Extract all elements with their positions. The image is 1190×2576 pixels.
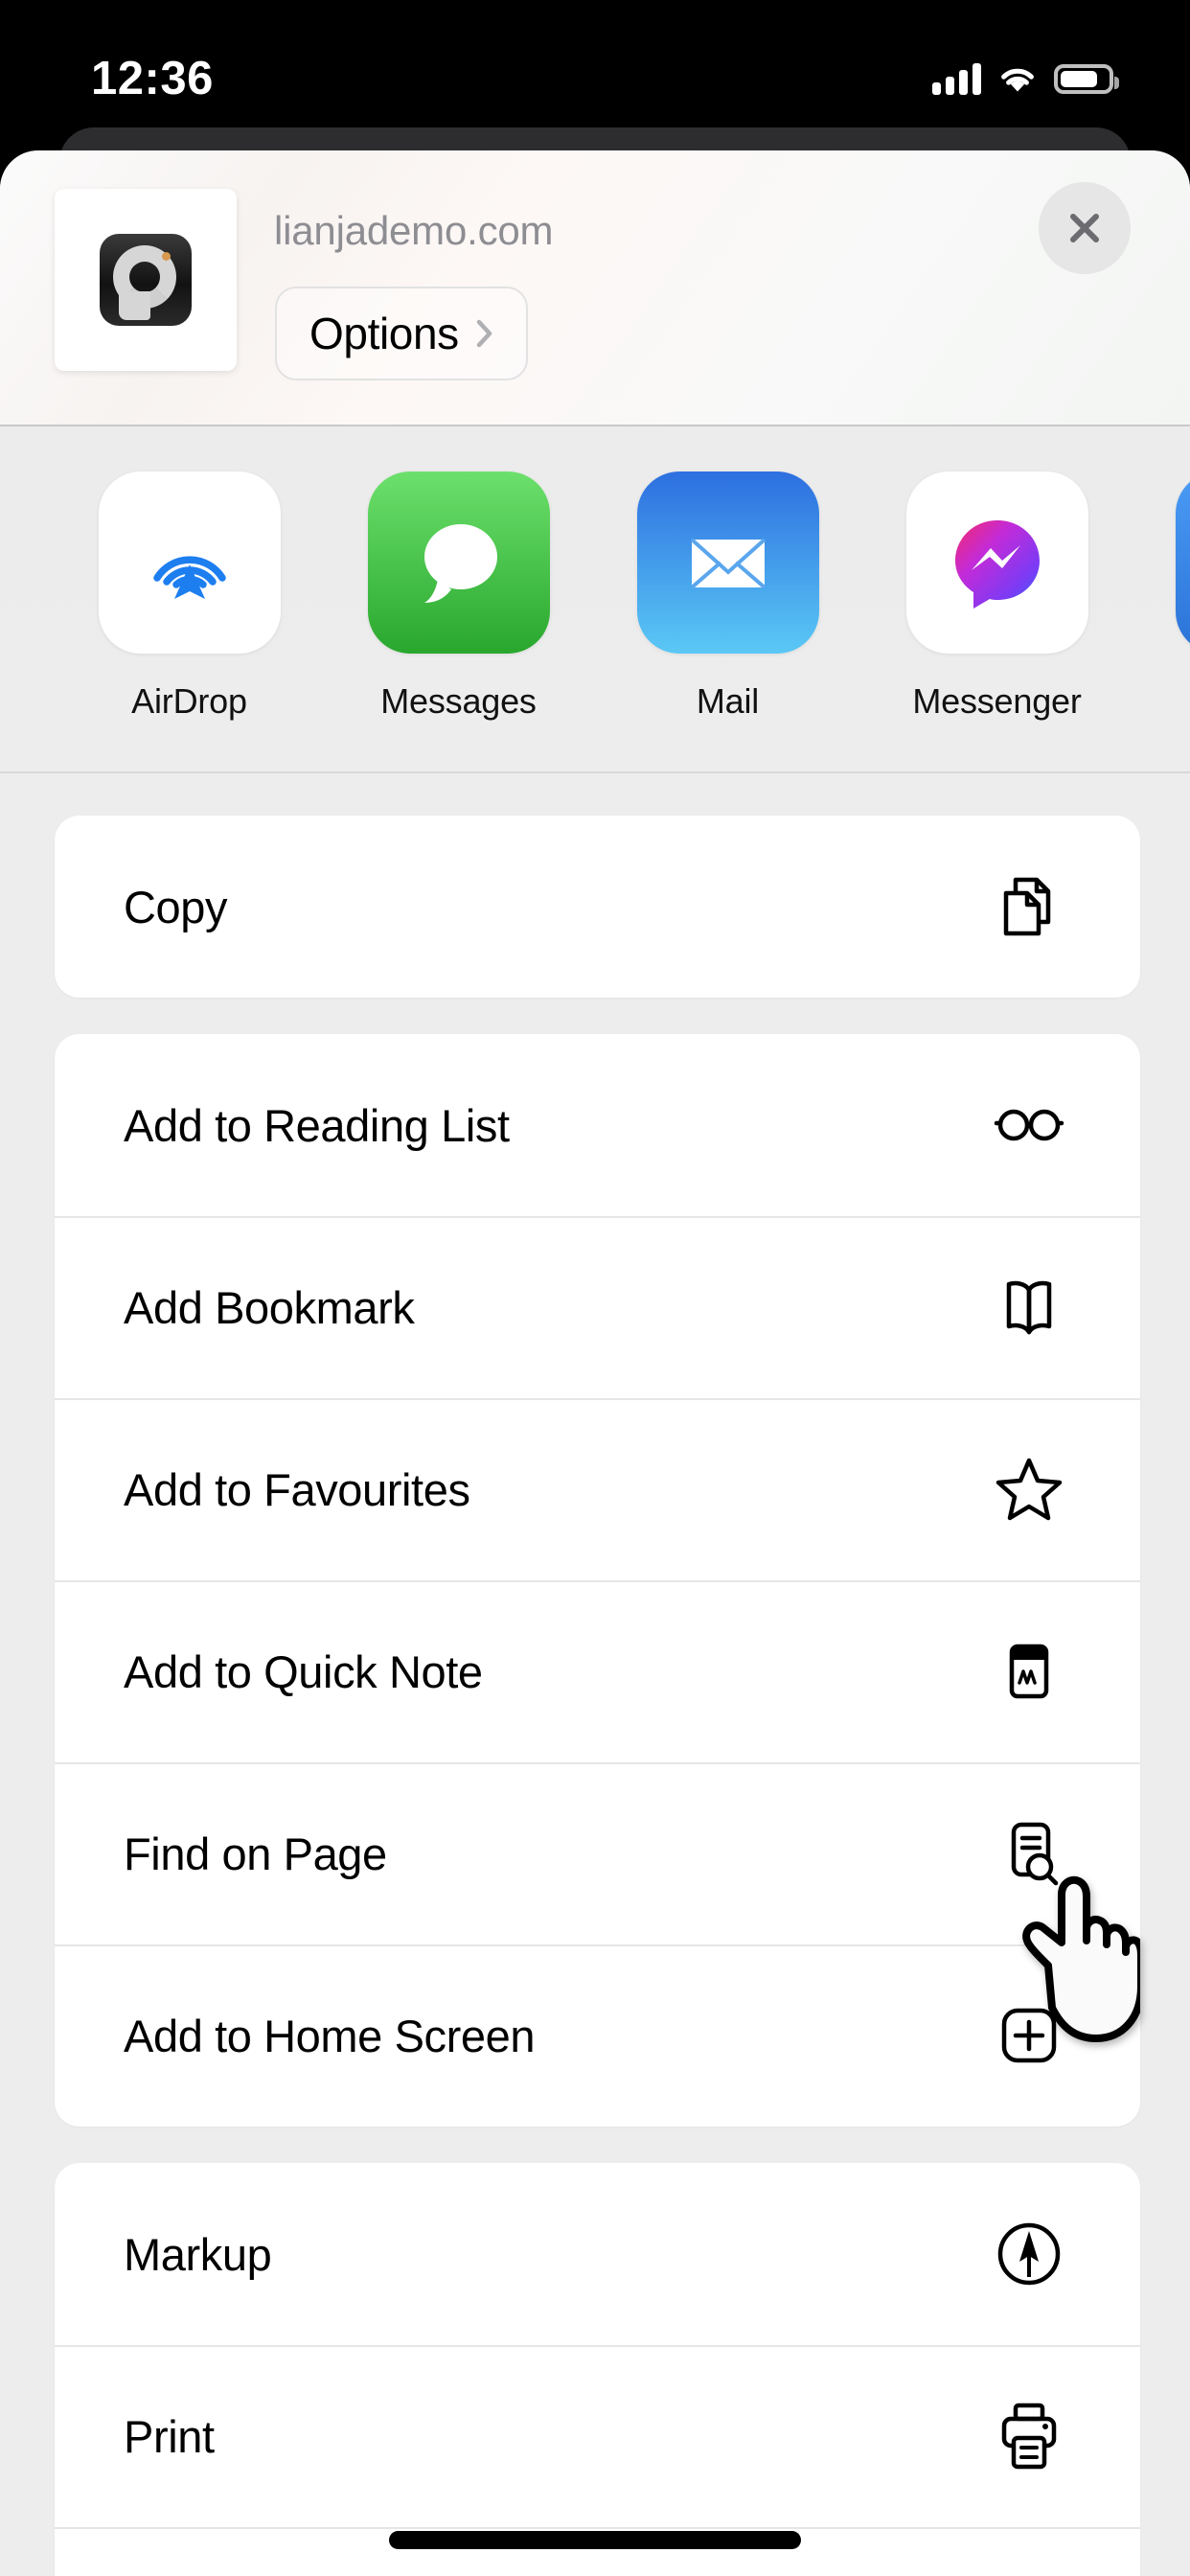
share-targets-row: AirDrop Messages Mail Messenger [55, 472, 1190, 722]
action-label: Add to Quick Note [124, 1645, 483, 1697]
mail-icon [636, 472, 819, 654]
share-target-facebook[interactable]: Fac [1132, 472, 1190, 722]
share-target-messenger[interactable]: Messenger [862, 472, 1132, 722]
share-target-label: Messenger [912, 681, 1082, 721]
action-row-add-bookmark[interactable]: Add Bookmark [55, 1216, 1140, 1398]
options-button[interactable]: Options [275, 287, 528, 380]
wifi-icon [1001, 68, 1034, 92]
glasses-icon [993, 1089, 1065, 1162]
share-targets-strip: AirDrop Messages Mail Messenger [0, 426, 1190, 773]
printer-icon [993, 2400, 1065, 2472]
open-book-icon [993, 1271, 1065, 1344]
battery-icon [1054, 63, 1119, 94]
action-label: Add Bookmark [124, 1281, 415, 1333]
action-group-1: Copy [55, 816, 1140, 998]
action-row-find-on-page[interactable]: Find on Page [55, 1762, 1140, 1944]
status-bar: 12:36 [0, 0, 1190, 144]
action-group-3: Markup Print [55, 2163, 1140, 2576]
close-icon [1070, 214, 1099, 242]
share-target-airdrop[interactable]: AirDrop [55, 472, 324, 722]
action-label: Copy [124, 881, 228, 932]
share-target-label: AirDrop [131, 681, 247, 721]
markup-pen-icon [993, 2218, 1065, 2290]
share-sheet: lianjademo.com Options AirDrop Messages … [0, 150, 1190, 2576]
messages-icon [367, 472, 550, 654]
star-icon [993, 1453, 1065, 1526]
cellular-signal-icon [932, 62, 981, 95]
share-target-messages[interactable]: Messages [324, 472, 593, 722]
action-row-print[interactable]: Print [55, 2345, 1140, 2527]
iphone-screen: 12:36 lianjademo.com Options AirDrop Mes… [0, 0, 1190, 2576]
facebook-icon [1175, 472, 1190, 654]
share-sheet-header: lianjademo.com Options [0, 150, 1190, 426]
home-indicator[interactable] [389, 2531, 801, 2549]
status-bar-icons [932, 62, 1119, 95]
airdrop-icon [98, 472, 281, 654]
action-label: Add to Reading List [124, 1099, 510, 1151]
action-row-add-to-reading-list[interactable]: Add to Reading List [55, 1034, 1140, 1216]
site-favicon [55, 189, 237, 371]
action-label: Find on Page [124, 1828, 387, 1879]
share-target-mail[interactable]: Mail [593, 472, 862, 722]
status-bar-clock: 12:36 [91, 52, 214, 104]
action-row-add-to-favourites[interactable]: Add to Favourites [55, 1398, 1140, 1580]
messenger-icon [905, 472, 1088, 654]
chevron-right-icon [476, 319, 492, 348]
plus-square-icon [993, 1999, 1065, 2072]
site-url: lianjademo.com [274, 208, 554, 253]
find-on-page-icon [993, 1817, 1065, 1890]
quick-note-icon [993, 1635, 1065, 1708]
action-row-copy[interactable]: Copy [55, 816, 1140, 998]
action-label: Markup [124, 2228, 272, 2280]
action-row-markup[interactable]: Markup [55, 2163, 1140, 2345]
action-label: Add to Favourites [124, 1463, 470, 1515]
close-button[interactable] [1039, 182, 1131, 274]
share-target-label: Messages [380, 681, 537, 721]
action-row-add-to-home-screen[interactable]: Add to Home Screen [55, 1944, 1140, 2127]
copy-icon [993, 870, 1065, 943]
share-target-label: Mail [696, 681, 760, 721]
action-label: Add to Home Screen [124, 2010, 536, 2061]
options-button-label: Options [309, 309, 459, 358]
action-group-2: Add to Reading List Add Bookmark Add to … [55, 1034, 1140, 2127]
action-label: Print [124, 2410, 215, 2462]
action-row-add-to-quick-note[interactable]: Add to Quick Note [55, 1580, 1140, 1762]
